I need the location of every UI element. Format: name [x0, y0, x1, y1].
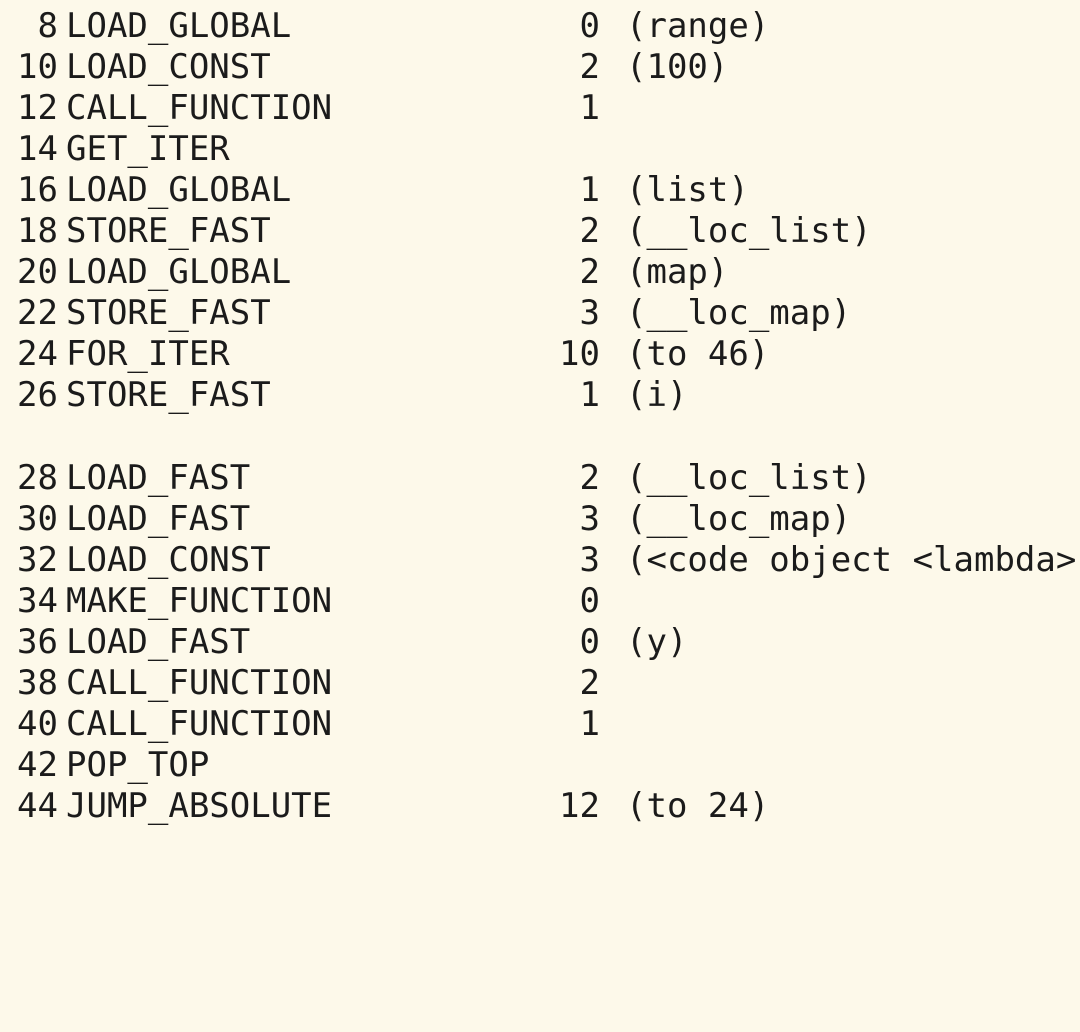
instruction-argrepr: (__loc_list) [626, 458, 872, 498]
instruction-arg: 10 [559, 334, 600, 374]
instruction-row: 20 LOAD_GLOBAL 2 (map) [0, 252, 728, 293]
bytecode-listing: 8 LOAD_GLOBAL 0 (range) 10 LOAD_CONST 2 … [0, 0, 1080, 827]
instruction-offset: 34 [17, 581, 58, 621]
instruction-offset: 38 [17, 663, 58, 703]
instruction-row: 16 LOAD_GLOBAL 1 (list) [0, 170, 749, 211]
instruction-opname: LOAD_GLOBAL [66, 6, 292, 46]
instruction-opname: STORE_FAST [66, 211, 271, 251]
instruction-row: 38 CALL_FUNCTION 2 [0, 663, 600, 704]
instruction-opname: LOAD_FAST [66, 622, 251, 662]
instruction-opname: LOAD_GLOBAL [66, 170, 292, 210]
instruction-row: 24 FOR_ITER 10 (to 46) [0, 334, 769, 375]
instruction-arg: 2 [579, 458, 600, 498]
instruction-argrepr: (__loc_list) [626, 211, 872, 251]
instruction-row: 12 CALL_FUNCTION 1 [0, 88, 600, 129]
instruction-offset: 36 [17, 622, 58, 662]
instruction-row: 14 GET_ITER [0, 129, 230, 170]
instruction-opname: POP_TOP [66, 745, 210, 785]
instruction-opname: LOAD_CONST [66, 540, 271, 580]
instruction-arg: 1 [579, 88, 600, 128]
instruction-arg: 3 [579, 499, 600, 539]
instruction-offset: 16 [17, 170, 58, 210]
instruction-row: 8 LOAD_GLOBAL 0 (range) [0, 6, 770, 47]
instruction-row: 22 STORE_FAST 3 (__loc_map) [0, 293, 851, 334]
instruction-row: 18 STORE_FAST 2 (__loc_list) [0, 211, 872, 252]
instruction-row: 28 LOAD_FAST 2 (__loc_list) [0, 458, 872, 499]
instruction-offset: 8 [37, 6, 58, 46]
instruction-arg: 2 [579, 252, 600, 292]
instruction-argrepr: (i) [626, 375, 688, 415]
instruction-opname: STORE_FAST [66, 293, 271, 333]
instruction-opname: LOAD_CONST [66, 47, 271, 87]
instruction-argrepr: (__loc_map) [626, 499, 852, 539]
instruction-arg: 12 [559, 786, 600, 826]
instruction-row: 42 POP_TOP [0, 745, 209, 786]
instruction-opname: CALL_FUNCTION [66, 704, 333, 744]
instruction-arg: 0 [579, 6, 600, 46]
instruction-opname: LOAD_GLOBAL [66, 252, 292, 292]
instruction-opname: LOAD_FAST [66, 458, 251, 498]
instruction-opname: CALL_FUNCTION [66, 88, 333, 128]
instruction-opname: GET_ITER [66, 129, 230, 169]
instruction-arg: 3 [579, 293, 600, 333]
instruction-offset: 26 [17, 375, 58, 415]
instruction-opname: CALL_FUNCTION [66, 663, 333, 703]
instruction-argrepr: (<code object <lambda> [626, 540, 1077, 580]
instruction-offset: 20 [17, 252, 58, 292]
instruction-argrepr: (list) [626, 170, 749, 210]
instruction-opname: STORE_FAST [66, 375, 271, 415]
instruction-argrepr: (__loc_map) [626, 293, 852, 333]
instruction-row: 30 LOAD_FAST 3 (__loc_map) [0, 499, 851, 540]
instruction-row: 34 MAKE_FUNCTION 0 [0, 581, 600, 622]
instruction-arg: 0 [579, 622, 600, 662]
instruction-offset: 18 [17, 211, 58, 251]
instruction-arg: 1 [579, 170, 600, 210]
instruction-argrepr: (range) [626, 6, 770, 46]
instruction-offset: 22 [17, 293, 58, 333]
instruction-offset: 14 [17, 129, 58, 169]
instruction-arg: 3 [579, 540, 600, 580]
instruction-offset: 40 [17, 704, 58, 744]
instruction-arg: 1 [579, 375, 600, 415]
instruction-row: 32 LOAD_CONST 3 (<code object <lambda> [0, 540, 1076, 581]
instruction-offset: 28 [17, 458, 58, 498]
instruction-offset: 12 [17, 88, 58, 128]
instruction-offset: 24 [17, 334, 58, 374]
instruction-offset: 42 [17, 745, 58, 785]
instruction-argrepr: (map) [626, 252, 729, 292]
instruction-argrepr: (to 46) [626, 334, 770, 374]
instruction-row: 10 LOAD_CONST 2 (100) [0, 47, 728, 88]
instruction-row: 26 STORE_FAST 1 (i) [0, 375, 687, 416]
instruction-opname: FOR_ITER [66, 334, 230, 374]
instruction-row: 44 JUMP_ABSOLUTE 12 (to 24) [0, 786, 769, 827]
instruction-arg: 2 [579, 47, 600, 87]
instruction-opname: LOAD_FAST [66, 499, 251, 539]
instruction-arg: 2 [579, 663, 600, 703]
instruction-opname: JUMP_ABSOLUTE [66, 786, 333, 826]
instruction-row: 40 CALL_FUNCTION 1 [0, 704, 600, 745]
instruction-arg: 1 [579, 704, 600, 744]
instruction-argrepr: (to 24) [626, 786, 770, 826]
instruction-offset: 30 [17, 499, 58, 539]
instruction-arg: 2 [579, 211, 600, 251]
instruction-arg: 0 [579, 581, 600, 621]
instruction-offset: 10 [17, 47, 58, 87]
instruction-argrepr: (100) [626, 47, 729, 87]
instruction-argrepr: (y) [626, 622, 688, 662]
instruction-offset: 44 [17, 786, 58, 826]
instruction-opname: MAKE_FUNCTION [66, 581, 333, 621]
instruction-offset: 32 [17, 540, 58, 580]
instruction-row: 36 LOAD_FAST 0 (y) [0, 622, 687, 663]
